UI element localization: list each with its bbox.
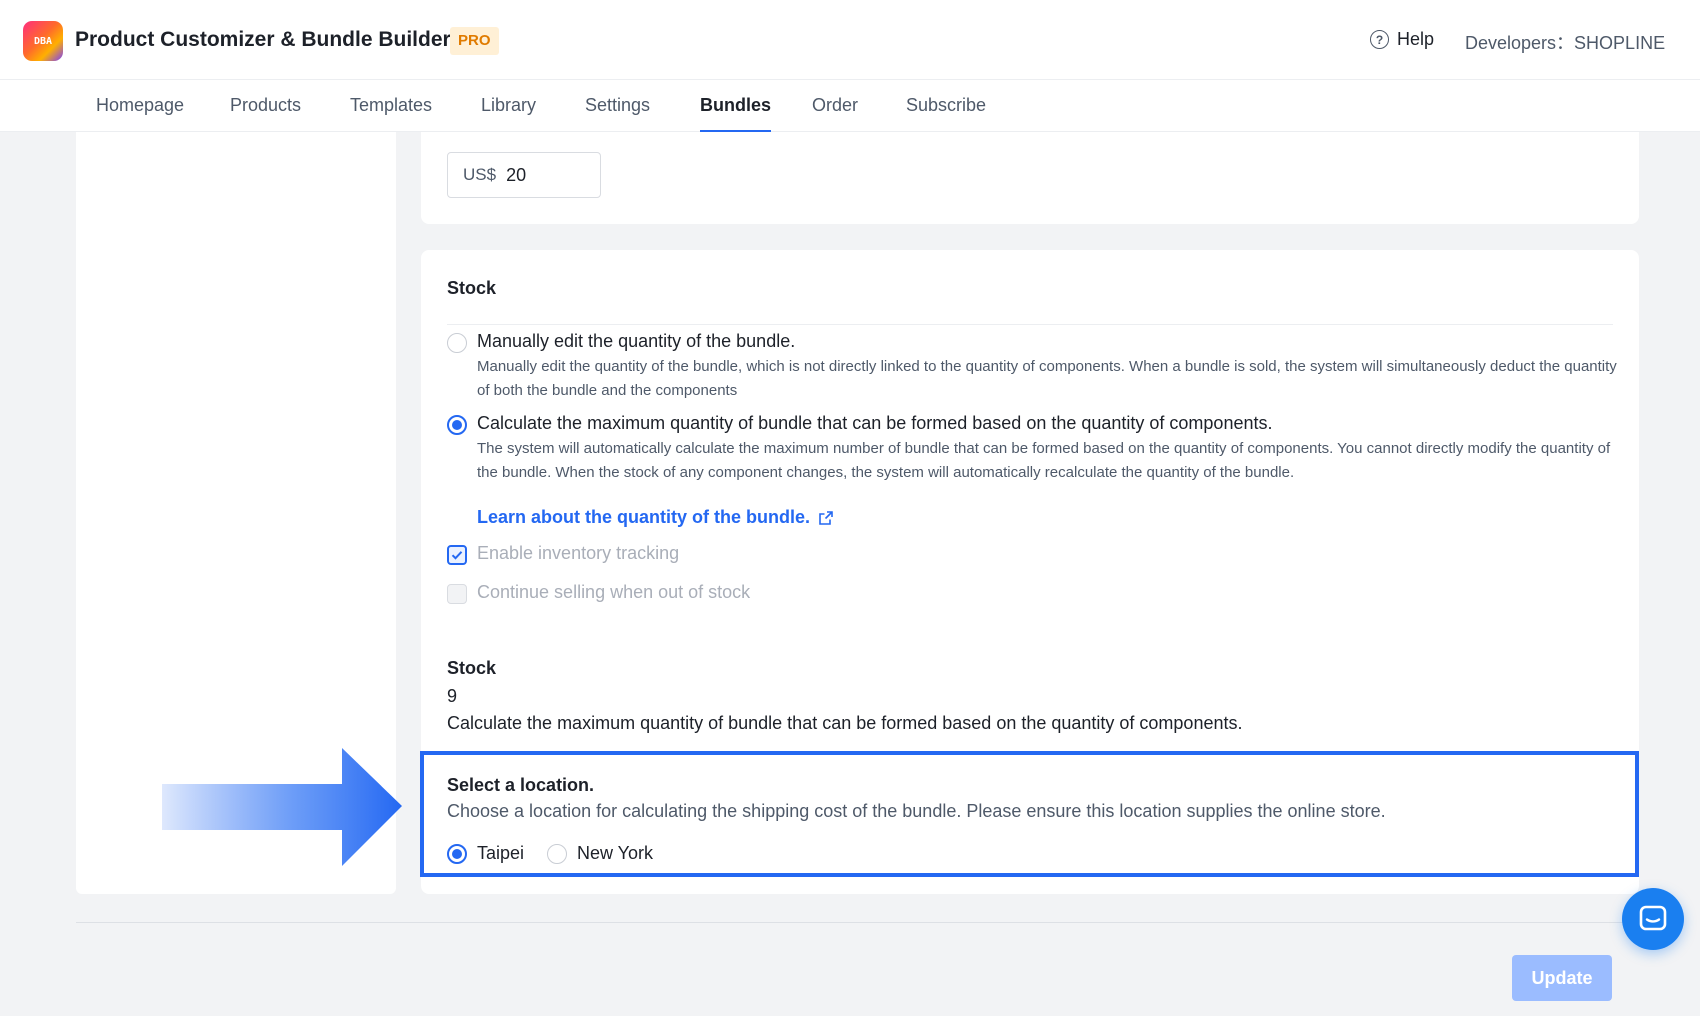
developers-label: Developers：SHOPLINE xyxy=(1465,33,1666,53)
main-nav: Homepage Products Templates Library Sett… xyxy=(0,80,1700,132)
help-label: Help xyxy=(1397,29,1435,49)
tab-products[interactable]: Products xyxy=(230,95,301,132)
tab-order[interactable]: Order xyxy=(812,95,858,132)
pro-badge: PRO xyxy=(450,27,499,55)
location-taipei-label[interactable]: Taipei xyxy=(477,843,524,864)
location-title: Select a location. xyxy=(447,775,595,795)
tab-library[interactable]: Library xyxy=(481,95,536,132)
tab-subscribe[interactable]: Subscribe xyxy=(906,95,986,132)
stock-section-title: Stock xyxy=(447,278,497,298)
currency-prefix: US$ xyxy=(463,165,497,184)
divider xyxy=(447,324,1613,325)
help-link[interactable]: ? Help xyxy=(1370,29,1434,50)
inventory-tracking-label: Enable inventory tracking xyxy=(477,543,680,563)
location-new-york-label[interactable]: New York xyxy=(577,843,653,864)
continue-selling-label: Continue selling when out of stock xyxy=(477,582,751,602)
price-value: 20 xyxy=(506,164,527,185)
inventory-tracking-checkbox[interactable] xyxy=(447,545,467,565)
app-title: Product Customizer & Bundle Builder xyxy=(75,28,451,51)
arrow-right-icon xyxy=(162,748,402,866)
stock-note: Calculate the maximum quantity of bundle… xyxy=(447,713,1243,733)
footer-divider xyxy=(76,922,1639,923)
external-link-icon xyxy=(819,510,833,525)
help-circle-icon: ? xyxy=(1370,30,1389,49)
tab-bundles[interactable]: Bundles xyxy=(700,95,772,132)
stock-card: Stock Manually edit the quantity of the … xyxy=(420,250,1639,894)
update-button[interactable]: Update xyxy=(1512,955,1612,1001)
price-input[interactable]: US$ 20 xyxy=(447,152,601,198)
app-logo-icon: DBA xyxy=(23,21,63,61)
logo-text: DBA xyxy=(33,35,53,47)
stock-heading: Stock xyxy=(447,658,497,678)
location-description: Choose a location for calculating the sh… xyxy=(447,801,1386,821)
tab-homepage[interactable]: Homepage xyxy=(96,95,184,132)
tab-settings[interactable]: Settings xyxy=(585,95,650,132)
tab-templates[interactable]: Templates xyxy=(350,95,432,132)
calculated-quantity-radio[interactable] xyxy=(447,415,467,435)
calculated-quantity-description: The system will automatically calculate … xyxy=(477,440,1611,481)
chat-button[interactable] xyxy=(1622,888,1684,950)
learn-quantity-link-text: Learn about the quantity of the bundle. xyxy=(477,507,810,527)
continue-selling-checkbox[interactable] xyxy=(447,584,467,604)
app-header: DBA Product Customizer & Bundle Builder … xyxy=(0,0,1700,80)
manual-quantity-radio[interactable] xyxy=(447,333,467,353)
calculated-quantity-label[interactable]: Calculate the maximum quantity of bundle… xyxy=(477,413,1272,434)
checkmark-icon xyxy=(451,551,463,560)
chat-bubble-icon xyxy=(1639,905,1667,931)
location-section: Select a location. Choose a location for… xyxy=(420,751,1639,877)
manual-quantity-label[interactable]: Manually edit the quantity of the bundle… xyxy=(477,331,795,352)
learn-quantity-link[interactable]: Learn about the quantity of the bundle. xyxy=(477,507,834,528)
stock-value: 9 xyxy=(447,686,458,706)
price-card: US$ 20 xyxy=(421,132,1639,224)
location-new-york-radio[interactable] xyxy=(547,844,567,864)
manual-quantity-description: Manually edit the quantity of the bundle… xyxy=(477,358,1617,399)
location-taipei-radio[interactable] xyxy=(447,844,467,864)
